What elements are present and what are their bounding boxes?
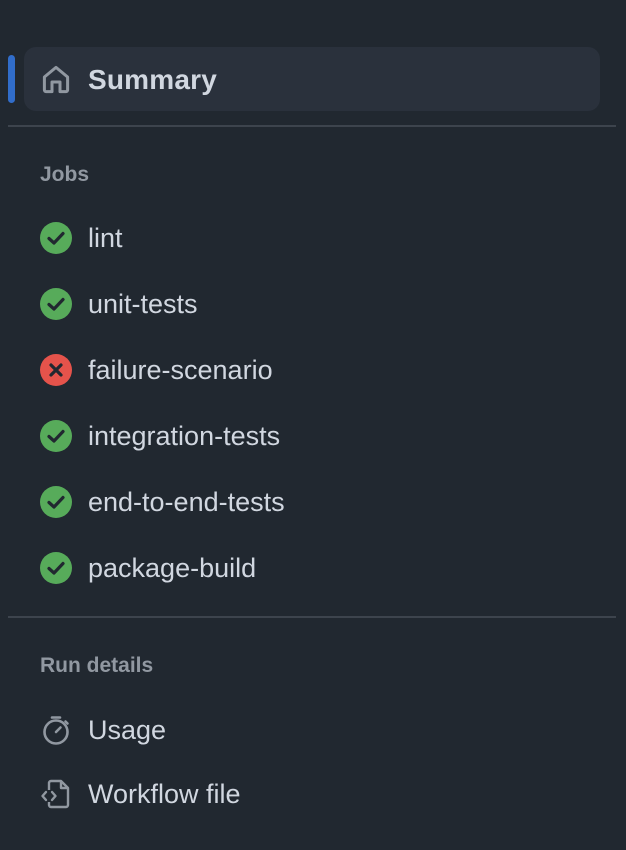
success-check-icon [40, 420, 72, 452]
run-details-heading: Run details [40, 654, 154, 677]
workflow-run-sidebar: Summary Jobs lint unit-tests failure-sce… [0, 0, 626, 850]
active-indicator [8, 55, 15, 103]
success-check-icon [40, 288, 72, 320]
success-check-icon [40, 222, 72, 254]
summary-label: Summary [88, 64, 218, 95]
failure-x-icon [40, 354, 72, 386]
success-check-icon [40, 486, 72, 518]
job-label: unit-tests [88, 289, 198, 319]
usage-link[interactable]: Usage [24, 702, 600, 758]
job-label: end-to-end-tests [88, 487, 285, 517]
job-label: lint [88, 223, 123, 253]
divider [8, 125, 616, 127]
home-icon [42, 65, 70, 94]
file-code-icon [41, 779, 70, 809]
jobs-heading: Jobs [40, 163, 90, 186]
job-label: integration-tests [88, 421, 281, 451]
workflow-file-link[interactable]: Workflow file [24, 766, 600, 822]
divider [8, 616, 616, 618]
job-item-failure-scenario[interactable]: failure-scenario [24, 342, 600, 398]
job-item-end-to-end-tests[interactable]: end-to-end-tests [24, 474, 600, 530]
job-item-integration-tests[interactable]: integration-tests [24, 408, 600, 464]
job-item-package-build[interactable]: package-build [24, 540, 600, 596]
summary-nav-item[interactable]: Summary [24, 47, 600, 111]
stopwatch-icon [43, 716, 69, 745]
success-check-icon [40, 552, 72, 584]
usage-label: Usage [88, 715, 167, 745]
job-item-lint[interactable]: lint [24, 210, 600, 266]
job-label: package-build [88, 553, 257, 583]
workflow-file-label: Workflow file [88, 779, 241, 809]
job-item-unit-tests[interactable]: unit-tests [24, 276, 600, 332]
job-label: failure-scenario [88, 355, 273, 385]
